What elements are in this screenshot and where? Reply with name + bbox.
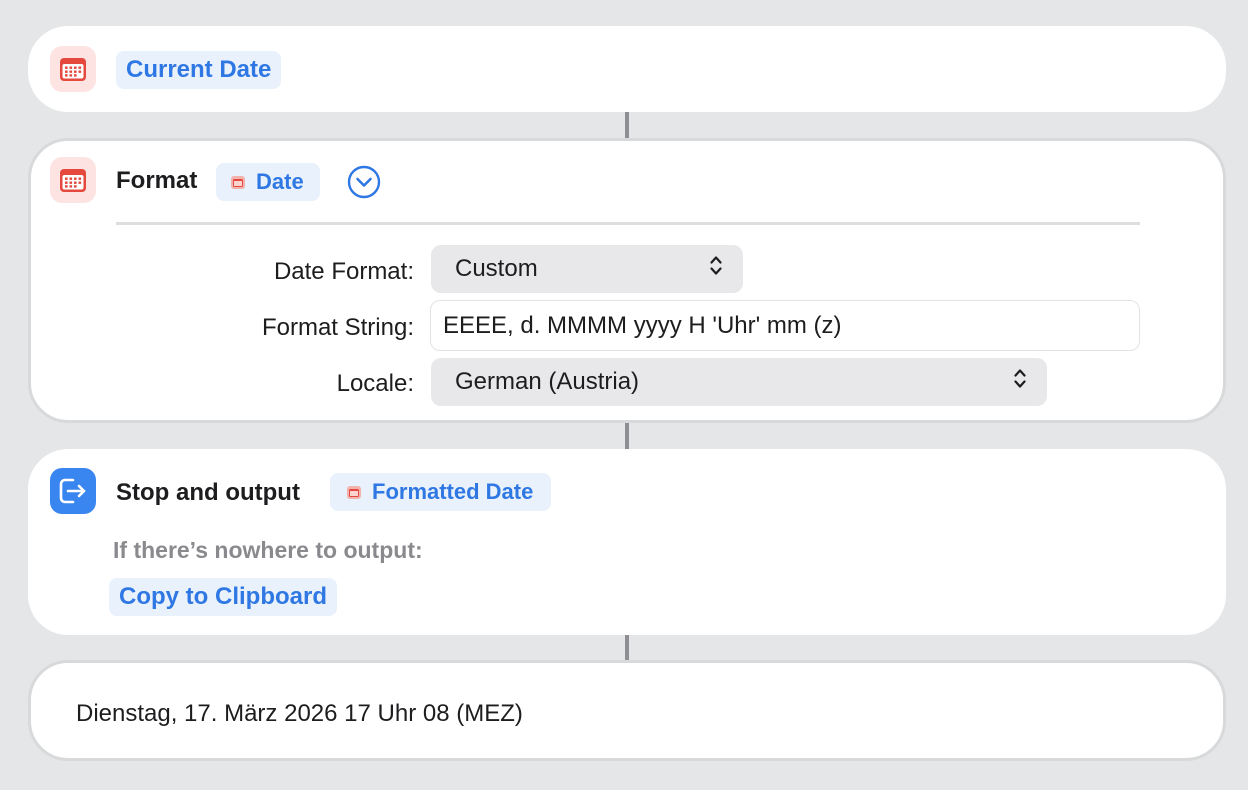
format-action-title: Format — [116, 167, 198, 194]
up-down-chevron-icon — [709, 254, 723, 285]
current-date-action[interactable]: Current Date — [28, 26, 1226, 112]
format-string-input[interactable]: EEEE, d. MMMM yyyy H 'Uhr' mm (z) — [430, 300, 1140, 351]
locale-select[interactable]: German (Austria) — [431, 358, 1047, 406]
result-text: Dienstag, 17. März 2026 17 Uhr 08 (MEZ) — [76, 700, 523, 727]
chevron-down-circle-icon[interactable] — [347, 165, 381, 199]
divider — [116, 222, 1140, 225]
date-format-value: Custom — [455, 255, 538, 282]
format-string-label: Format String: — [261, 314, 414, 341]
format-date-action[interactable]: Format Date Date Format: Custom Format S… — [28, 138, 1226, 423]
fallback-label: If there’s nowhere to output: — [113, 537, 423, 563]
date-input-token[interactable]: Date — [216, 163, 320, 201]
up-down-chevron-icon — [1013, 367, 1027, 398]
stop-output-title: Stop and output — [116, 479, 300, 506]
formatted-date-token[interactable]: Formatted Date — [330, 473, 552, 511]
calendar-icon — [346, 485, 362, 500]
connector-line — [625, 112, 629, 140]
locale-label: Locale: — [336, 370, 414, 397]
result-output: Dienstag, 17. März 2026 17 Uhr 08 (MEZ) — [28, 660, 1226, 761]
date-token-label: Date — [256, 169, 304, 194]
current-date-token[interactable]: Current Date — [116, 51, 282, 89]
exit-arrow-icon — [50, 468, 96, 514]
copy-to-clipboard-token[interactable]: Copy to Clipboard — [109, 578, 337, 616]
locale-value: German (Austria) — [455, 368, 640, 395]
formatted-date-token-label: Formatted Date — [372, 479, 534, 504]
calendar-icon — [50, 46, 96, 92]
calendar-icon — [230, 175, 246, 190]
calendar-icon — [50, 157, 96, 203]
stop-and-output-action[interactable]: Stop and output Formatted Date If there’… — [28, 449, 1226, 635]
date-format-select[interactable]: Custom — [431, 245, 743, 293]
connector-line — [625, 635, 629, 660]
date-format-label: Date Format: — [273, 258, 414, 285]
connector-line — [625, 423, 629, 449]
